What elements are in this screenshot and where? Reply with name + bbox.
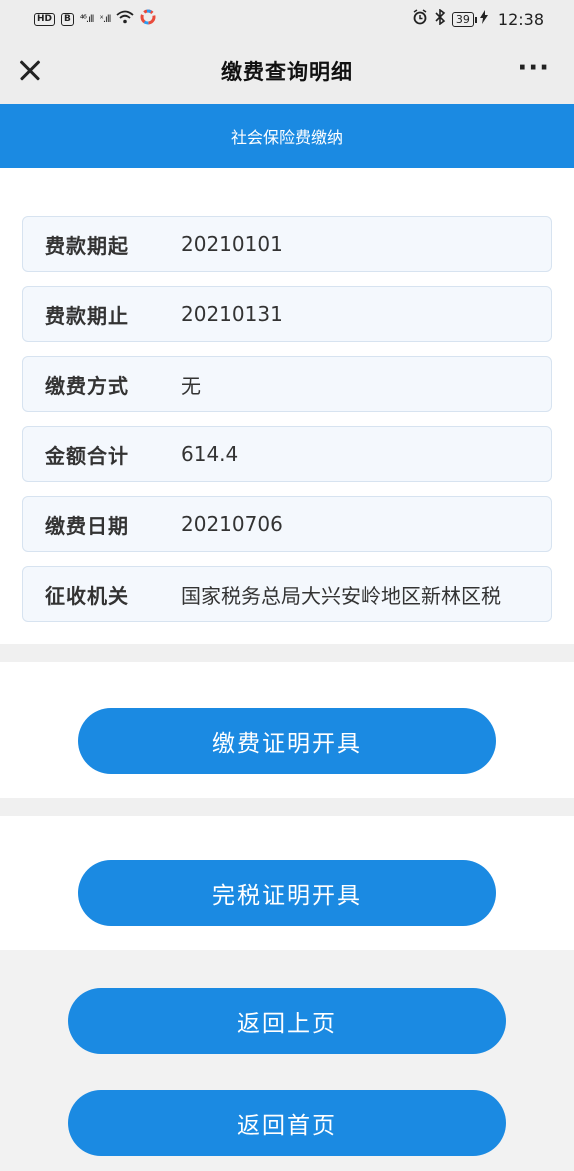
row-value: 无	[181, 373, 201, 398]
alarm-icon	[412, 9, 428, 29]
signal-icon: ⁴⁶.ıll	[79, 13, 94, 25]
app-notification-icon	[140, 9, 156, 29]
bluetooth-icon	[434, 8, 446, 29]
row-value: 20210131	[181, 302, 283, 326]
row-label: 费款期止	[45, 303, 129, 328]
section-header: 社会保险费缴纳	[0, 104, 574, 168]
row-period-start: 费款期起 20210101	[22, 216, 552, 272]
clock-time: 12:38	[497, 9, 544, 29]
row-collection-authority: 征收机关 国家税务总局大兴安岭地区新林区税	[22, 566, 552, 622]
row-value: 20210706	[181, 512, 283, 536]
volte-icon: B	[61, 12, 74, 26]
battery-icon: 39	[451, 11, 477, 27]
back-home-button[interactable]: 返回首页	[68, 1090, 506, 1156]
signal-2-icon: ˣ.ıll	[99, 13, 111, 25]
tax-certificate-button[interactable]: 完税证明开具	[78, 860, 496, 926]
row-value: 614.4	[181, 442, 239, 466]
payment-certificate-button[interactable]: 缴费证明开具	[78, 708, 496, 774]
page-title: 缴费查询明细	[221, 60, 353, 84]
row-payment-method: 缴费方式 无	[22, 356, 552, 412]
nav-bar: 缴费查询明细 ···	[0, 38, 574, 104]
close-button[interactable]	[16, 56, 44, 84]
row-label: 征收机关	[45, 583, 129, 608]
row-label: 金额合计	[45, 443, 129, 468]
row-value: 20210101	[181, 232, 283, 256]
wifi-icon	[116, 10, 134, 28]
more-options-button[interactable]: ···	[517, 55, 550, 81]
hd-icon: HD	[34, 12, 56, 26]
status-left: HD B ⁴⁶.ıll ˣ.ıll	[34, 9, 156, 29]
divider	[0, 644, 574, 662]
status-right: 39 12:38	[412, 8, 544, 29]
row-period-end: 费款期止 20210131	[22, 286, 552, 342]
row-label: 缴费方式	[45, 373, 129, 398]
row-label: 缴费日期	[45, 513, 129, 538]
status-bar: HD B ⁴⁶.ıll ˣ.ıll 39 12:38	[0, 0, 574, 38]
divider	[0, 798, 574, 816]
row-value: 国家税务总局大兴安岭地区新林区税	[181, 583, 501, 608]
row-total-amount: 金额合计 614.4	[22, 426, 552, 482]
row-payment-date: 缴费日期 20210706	[22, 496, 552, 552]
row-label: 费款期起	[45, 233, 129, 258]
detail-panel: 姓 名 费款期起 20210101 费款期止 20210131 缴费方式 无 金…	[0, 104, 574, 644]
section-header-title: 社会保险费缴纳	[230, 128, 343, 147]
back-previous-button[interactable]: 返回上页	[68, 988, 506, 1054]
charging-icon	[479, 10, 488, 28]
